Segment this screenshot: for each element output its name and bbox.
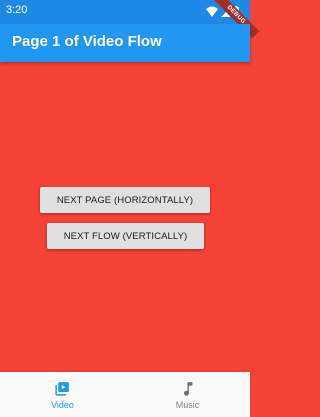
nav-label-video: Video (51, 400, 74, 410)
video-library-icon (55, 382, 69, 396)
bottom-navigation: Video Music (0, 372, 250, 417)
next-page-horizontally-button[interactable]: NEXT PAGE (HORIZONTALLY) (40, 187, 210, 213)
nav-label-music: Music (175, 400, 200, 410)
wifi-icon (206, 6, 218, 17)
music-note-icon (183, 382, 193, 396)
app-bar: Page 1 of Video Flow (0, 24, 250, 62)
nav-item-video[interactable]: Video (0, 372, 125, 417)
content-area: NEXT PAGE (HORIZONTALLY) NEXT FLOW (VERT… (0, 62, 250, 372)
page-title: Page 1 of Video Flow (12, 33, 162, 50)
nav-item-music[interactable]: Music (125, 372, 250, 417)
status-time: 3:20 (6, 4, 28, 16)
status-bar: 3:20 (0, 0, 250, 24)
next-flow-vertically-button[interactable]: NEXT FLOW (VERTICALLY) (47, 223, 204, 249)
